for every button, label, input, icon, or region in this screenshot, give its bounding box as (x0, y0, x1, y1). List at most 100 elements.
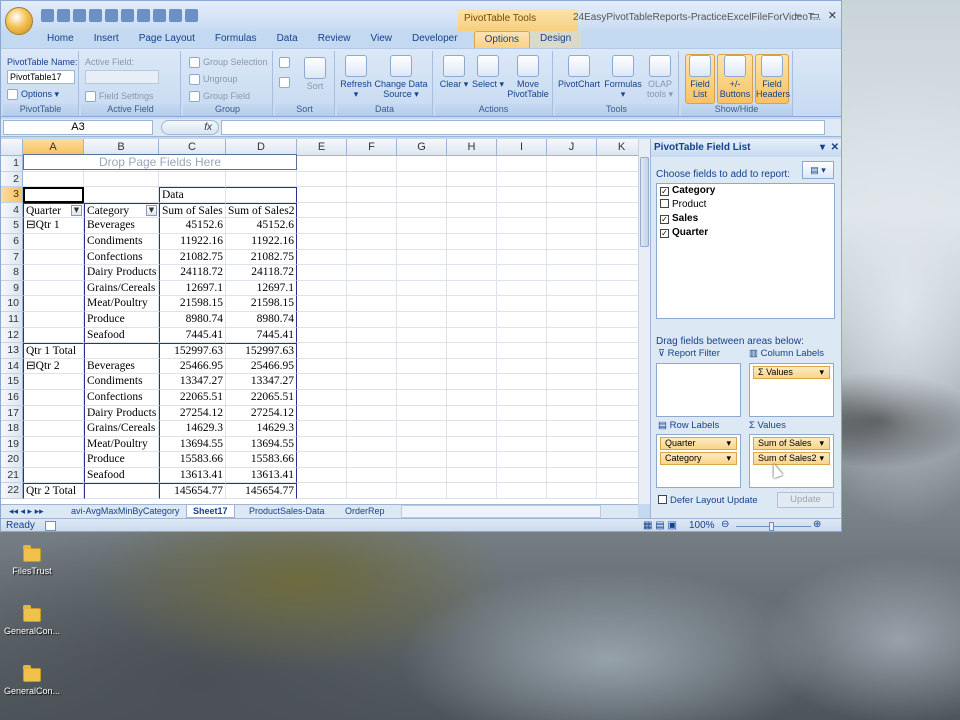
empty-cell[interactable] (547, 374, 597, 390)
empty-cell[interactable] (497, 233, 547, 250)
cell[interactable]: Produce (84, 452, 159, 468)
empty-cell[interactable] (347, 358, 397, 375)
cell[interactable] (23, 187, 84, 203)
empty-cell[interactable] (447, 280, 497, 297)
field-item[interactable]: ✓ Quarter (657, 226, 834, 240)
ungroup-button[interactable]: Ungroup (189, 74, 238, 86)
row-header[interactable]: 17 (1, 405, 23, 422)
empty-cell[interactable] (397, 374, 447, 390)
empty-cell[interactable] (347, 202, 397, 219)
redo-icon[interactable] (137, 9, 150, 22)
row-header[interactable]: 22 (1, 483, 23, 500)
cell[interactable]: Sum of Sales2 (226, 202, 297, 219)
empty-cell[interactable] (497, 280, 547, 297)
save-icon[interactable] (41, 9, 54, 22)
cell[interactable]: 13694.55 (226, 436, 297, 453)
field-list-button[interactable]: Field List (685, 54, 715, 104)
row-header[interactable]: 18 (1, 421, 23, 437)
formula-input[interactable] (221, 120, 825, 135)
cell[interactable]: 13694.55 (159, 436, 226, 453)
empty-cell[interactable] (447, 343, 497, 359)
row-header[interactable]: 16 (1, 389, 23, 406)
cell[interactable]: 27254.12 (159, 405, 226, 422)
spell-icon[interactable] (105, 9, 118, 22)
empty-cell[interactable] (297, 249, 347, 266)
cell[interactable]: 21598.15 (226, 296, 297, 312)
empty-cell[interactable] (497, 467, 547, 484)
empty-cell[interactable] (397, 187, 447, 203)
cell[interactable] (84, 187, 159, 203)
empty-cell[interactable] (447, 218, 497, 234)
empty-cell[interactable] (597, 421, 638, 437)
buttons-toggle[interactable]: +/- Buttons (717, 54, 753, 104)
cell[interactable]: 27254.12 (226, 405, 297, 422)
tab-page-layout[interactable]: Page Layout (129, 31, 205, 48)
empty-cell[interactable] (347, 171, 397, 188)
empty-cell[interactable] (547, 483, 597, 500)
tab-review[interactable]: Review (308, 31, 361, 48)
cell[interactable]: Dairy Products (84, 405, 159, 422)
empty-cell[interactable] (297, 389, 347, 406)
empty-cell[interactable] (597, 374, 638, 390)
empty-cell[interactable] (347, 389, 397, 406)
empty-cell[interactable] (297, 265, 347, 281)
row-header[interactable]: 13 (1, 343, 23, 359)
field-item[interactable]: Product (657, 198, 834, 212)
cell[interactable]: 25466.95 (226, 358, 297, 375)
sheet-nav-buttons[interactable]: ◂◂ ◂ ▸ ▸▸ (3, 505, 50, 518)
empty-cell[interactable] (347, 233, 397, 250)
empty-cell[interactable] (547, 452, 597, 468)
empty-cell[interactable] (397, 343, 447, 359)
cell[interactable]: Confections (84, 249, 159, 266)
empty-cell[interactable] (397, 296, 447, 312)
field-pill[interactable]: Σ Values (753, 366, 830, 379)
column-header[interactable]: F (347, 139, 397, 156)
empty-cell[interactable] (497, 436, 547, 453)
empty-cell[interactable] (497, 249, 547, 266)
close-icon[interactable]: ✕ (831, 139, 839, 157)
sort-za-button[interactable] (279, 77, 293, 89)
empty-cell[interactable] (297, 156, 347, 172)
empty-cell[interactable] (297, 311, 347, 328)
sort-button[interactable]: Sort (301, 57, 329, 91)
empty-cell[interactable] (297, 343, 347, 359)
empty-cell[interactable] (497, 452, 547, 468)
sort-az-button[interactable] (279, 57, 293, 69)
cell[interactable] (23, 452, 84, 468)
empty-cell[interactable] (447, 311, 497, 328)
zoom-slider-thumb[interactable] (769, 522, 774, 531)
empty-cell[interactable] (447, 421, 497, 437)
empty-cell[interactable] (547, 467, 597, 484)
formulas-button[interactable]: Formulas ▾ (603, 55, 643, 99)
empty-cell[interactable] (597, 483, 638, 500)
olap-tools-button[interactable]: OLAP tools ▾ (643, 55, 677, 99)
checkbox[interactable] (660, 199, 669, 208)
row-header[interactable]: 21 (1, 467, 23, 484)
empty-cell[interactable] (497, 405, 547, 422)
empty-cell[interactable] (297, 467, 347, 484)
empty-cell[interactable] (597, 187, 638, 203)
row-header[interactable]: 10 (1, 296, 23, 312)
cell[interactable]: 15583.66 (159, 452, 226, 468)
filter-dropdown-icon[interactable]: ▼ (71, 204, 82, 216)
group-selection-button[interactable]: Group Selection (189, 57, 268, 69)
empty-cell[interactable] (347, 343, 397, 359)
empty-cell[interactable] (297, 218, 347, 234)
empty-cell[interactable] (597, 468, 638, 484)
empty-cell[interactable] (347, 327, 397, 344)
tab-view[interactable]: View (360, 31, 402, 48)
select-button[interactable]: Select ▾ (471, 55, 505, 89)
macro-record-icon[interactable] (45, 521, 56, 531)
empty-cell[interactable] (347, 218, 397, 234)
empty-cell[interactable] (497, 265, 547, 281)
empty-cell[interactable] (347, 187, 397, 203)
empty-cell[interactable] (547, 265, 597, 281)
empty-cell[interactable] (297, 421, 347, 437)
empty-cell[interactable] (397, 436, 447, 453)
empty-cell[interactable] (397, 280, 447, 297)
empty-cell[interactable] (397, 233, 447, 250)
empty-cell[interactable] (297, 436, 347, 453)
empty-cell[interactable] (447, 296, 497, 312)
cell[interactable]: Category ▼ (84, 202, 159, 219)
empty-cell[interactable] (447, 327, 497, 344)
